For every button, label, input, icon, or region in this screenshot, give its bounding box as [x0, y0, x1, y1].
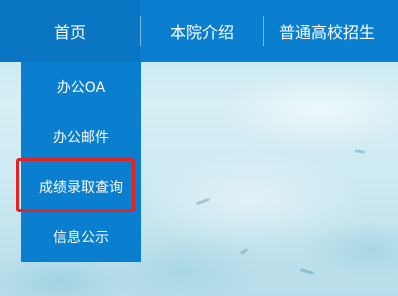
dropdown-item-score-query[interactable]: 成绩录取查询: [21, 162, 141, 212]
main-nav-bar: 首页 本院介绍 普通高校招生: [0, 0, 398, 62]
nav-item-home[interactable]: 首页: [0, 0, 140, 62]
nav-item-about[interactable]: 本院介绍: [141, 0, 263, 62]
home-dropdown-menu: 办公OA 办公邮件 成绩录取查询 信息公示: [21, 62, 141, 262]
dropdown-item-info-notice[interactable]: 信息公示: [21, 212, 141, 262]
dropdown-item-office-oa[interactable]: 办公OA: [21, 62, 141, 112]
nav-item-admissions[interactable]: 普通高校招生: [264, 0, 390, 62]
dropdown-item-office-mail[interactable]: 办公邮件: [21, 112, 141, 162]
